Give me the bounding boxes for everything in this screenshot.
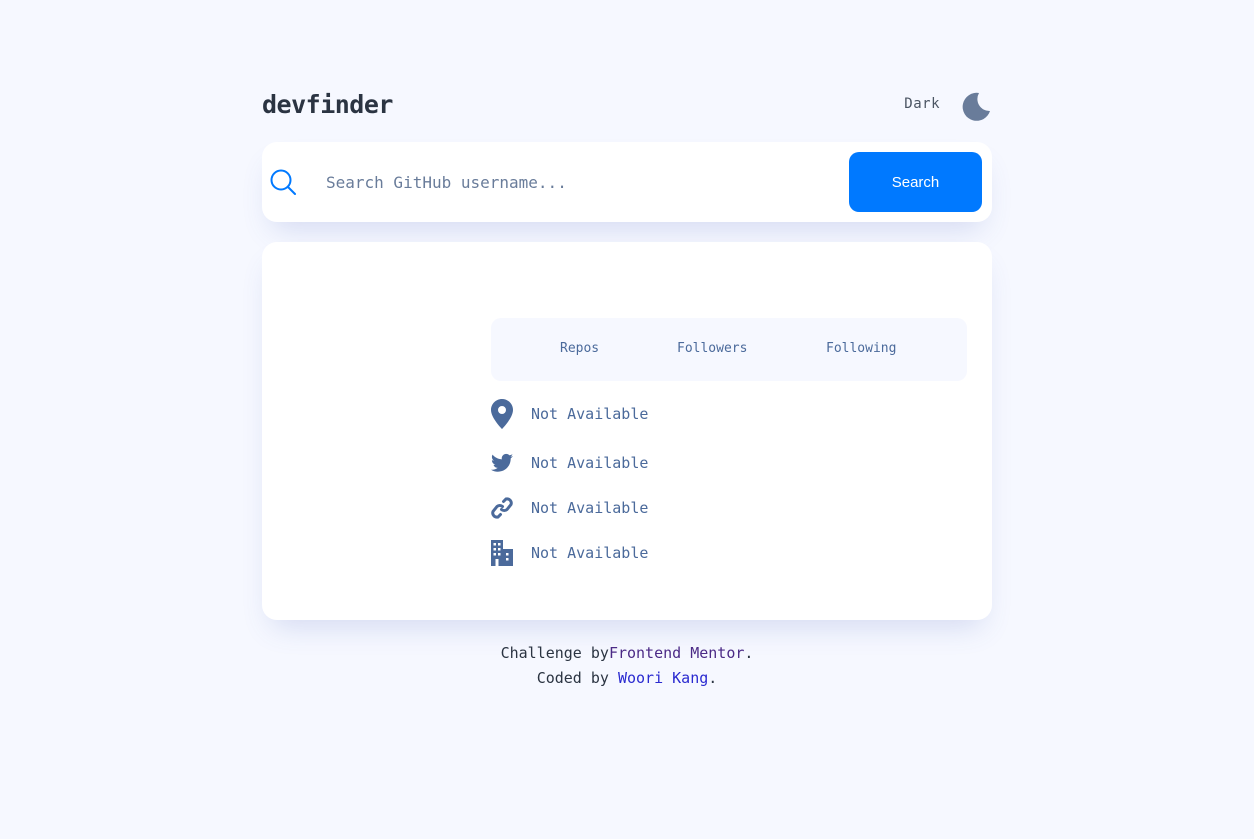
theme-toggle-button[interactable]: Dark [904,86,992,126]
location-pin-icon [491,398,513,430]
location-text: Not Available [531,405,649,423]
footer-author-suffix: . [708,669,718,687]
footer-challenge-suffix: . [744,644,754,662]
twitter-text: Not Available [531,454,649,472]
twitter-icon [491,447,513,479]
search-icon [270,169,296,195]
footer: Challenge byFrontend Mentor. Coded by Wo… [262,641,992,691]
profile-card: Repos Followers Following Not Available … [262,242,992,620]
app-logo: devfinder [262,90,393,119]
author-link[interactable]: Woori Kang [618,669,708,687]
search-bar: Search [262,142,992,222]
info-row-blog: Not Available [491,492,891,524]
header: devfinder Dark [262,86,992,126]
info-row-twitter: Not Available [491,447,891,479]
stat-repos-label: Repos [560,341,600,356]
info-row-company: Not Available [491,537,891,569]
stat-following-label: Following [826,341,897,356]
frontend-mentor-link[interactable]: Frontend Mentor [609,644,744,662]
footer-line-challenge: Challenge byFrontend Mentor. [262,641,992,666]
footer-author-prefix: Coded by [536,669,618,687]
blog-text: Not Available [531,499,649,517]
stat-followers-label: Followers [677,341,748,356]
footer-line-author: Coded by Woori Kang. [262,666,992,691]
stats-panel: Repos Followers Following [491,318,967,381]
moon-icon [962,92,990,121]
search-input[interactable] [326,166,826,198]
info-row-location: Not Available [491,398,891,430]
building-icon [491,537,513,569]
company-text: Not Available [531,544,649,562]
theme-toggle-label: Dark [904,96,940,112]
footer-challenge-prefix: Challenge by [500,644,609,662]
link-icon [491,492,513,524]
search-button[interactable]: Search [849,152,982,212]
